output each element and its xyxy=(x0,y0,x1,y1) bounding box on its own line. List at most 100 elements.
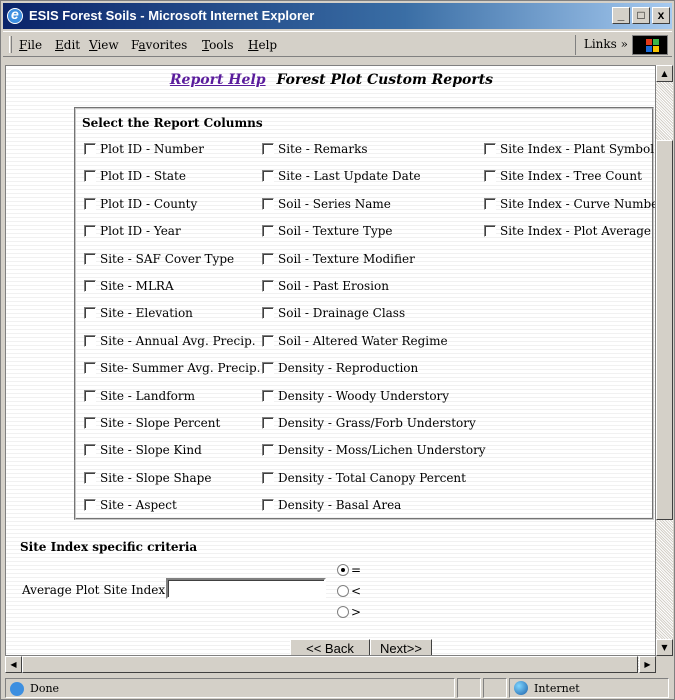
links-toolbar[interactable]: Links » xyxy=(574,35,628,55)
report-column-checkbox[interactable] xyxy=(84,280,96,292)
back-button[interactable]: << Back xyxy=(290,639,370,655)
report-column-checkbox[interactable] xyxy=(262,499,274,512)
report-column-option[interactable]: Soil - Texture Modifier xyxy=(262,252,415,268)
report-column-checkbox[interactable] xyxy=(84,334,96,347)
menu-edit[interactable]: Edit xyxy=(55,38,80,52)
report-column-checkbox[interactable] xyxy=(84,471,96,484)
report-column-checkbox[interactable] xyxy=(262,334,274,347)
report-column-label: Site - Landform xyxy=(100,388,195,403)
report-column-option[interactable]: Site Index - Curve Number xyxy=(484,197,655,213)
report-column-checkbox[interactable] xyxy=(484,225,496,238)
radio-greater-button[interactable] xyxy=(337,606,349,618)
report-column-option[interactable]: Density - Total Canopy Percent xyxy=(262,471,466,487)
report-column-option[interactable]: Plot ID - County xyxy=(84,197,197,213)
menu-tools[interactable]: Tools xyxy=(202,38,234,52)
report-column-checkbox[interactable] xyxy=(84,197,96,210)
page-content: Report Help Forest Plot Custom Reports S… xyxy=(5,65,656,656)
report-column-checkbox[interactable] xyxy=(484,170,496,183)
menu-help[interactable]: Help xyxy=(248,38,277,52)
report-column-option[interactable]: Site - Slope Kind xyxy=(84,443,202,459)
scroll-right-icon[interactable]: ▶ xyxy=(639,656,656,673)
report-column-checkbox[interactable] xyxy=(84,225,96,238)
horizontal-scroll-thumb[interactable] xyxy=(22,656,638,673)
report-column-option[interactable]: Site - Elevation xyxy=(84,306,193,322)
report-help-link[interactable]: Report Help xyxy=(170,72,266,88)
report-column-option[interactable]: Site - Slope Percent xyxy=(84,416,220,432)
report-column-checkbox[interactable] xyxy=(262,389,274,402)
report-column-checkbox[interactable] xyxy=(84,252,96,265)
status-text: Done xyxy=(30,682,60,695)
report-column-checkbox[interactable] xyxy=(262,252,274,265)
report-column-option[interactable]: Site - Aspect xyxy=(84,498,177,514)
scroll-left-icon[interactable]: ◀ xyxy=(5,656,22,673)
report-column-checkbox[interactable] xyxy=(84,307,96,320)
report-column-option[interactable]: Soil - Drainage Class xyxy=(262,306,405,322)
report-column-checkbox[interactable] xyxy=(262,307,274,320)
radio-greater[interactable]: > xyxy=(337,605,361,621)
report-column-checkbox[interactable] xyxy=(262,170,274,183)
menu-favorites[interactable]: Favorites xyxy=(131,38,187,52)
report-column-checkbox[interactable] xyxy=(84,362,96,375)
report-column-checkbox[interactable] xyxy=(84,499,96,512)
report-column-option[interactable]: Plot ID - Year xyxy=(84,224,181,240)
report-column-checkbox[interactable] xyxy=(484,197,496,210)
radio-equal[interactable]: = xyxy=(337,563,361,579)
report-column-label: Site Index - Plot Average xyxy=(500,224,652,239)
report-column-option[interactable]: Site Index - Tree Count xyxy=(484,169,642,185)
report-column-option[interactable]: Site - MLRA xyxy=(84,279,174,295)
menu-file[interactable]: File xyxy=(19,38,42,52)
report-column-option[interactable]: Site - SAF Cover Type xyxy=(84,252,234,268)
next-button[interactable]: Next>> xyxy=(370,639,432,655)
radio-less[interactable]: < xyxy=(337,584,361,600)
report-column-option[interactable]: Soil - Texture Type xyxy=(262,224,393,240)
report-column-checkbox[interactable] xyxy=(484,143,496,155)
report-column-checkbox[interactable] xyxy=(84,444,96,457)
menu-bar: File Edit View Favorites Tools Help Link… xyxy=(3,31,672,57)
horizontal-scrollbar[interactable]: ◀ ▶ xyxy=(5,656,656,673)
vertical-scroll-thumb[interactable] xyxy=(656,140,673,520)
report-column-option[interactable]: Site - Slope Shape xyxy=(84,471,211,487)
report-column-checkbox[interactable] xyxy=(84,143,96,155)
report-column-option[interactable]: Soil - Altered Water Regime xyxy=(262,334,448,350)
report-column-option[interactable]: Density - Reproduction xyxy=(262,361,418,377)
report-column-label: Site - Annual Avg. Precip. xyxy=(100,333,256,348)
report-column-checkbox[interactable] xyxy=(262,471,274,484)
avg-site-index-input[interactable] xyxy=(166,578,326,599)
report-column-option[interactable]: Plot ID - Number xyxy=(84,142,204,158)
report-column-checkbox[interactable] xyxy=(262,444,274,457)
report-column-option[interactable]: Site - Last Update Date xyxy=(262,169,421,185)
menu-view[interactable]: View xyxy=(89,38,119,52)
report-column-checkbox[interactable] xyxy=(262,225,274,238)
report-column-option[interactable]: Site- Summer Avg. Precip. xyxy=(84,361,260,377)
vertical-scrollbar[interactable]: ▲ ▼ xyxy=(656,65,673,656)
minimize-button[interactable]: _ xyxy=(612,7,630,24)
report-column-checkbox[interactable] xyxy=(262,197,274,210)
scroll-down-icon[interactable]: ▼ xyxy=(656,639,673,656)
radio-equal-button[interactable] xyxy=(337,564,349,576)
report-column-option[interactable]: Site - Remarks xyxy=(262,142,368,158)
report-column-checkbox[interactable] xyxy=(262,362,274,375)
report-column-option[interactable]: Soil - Series Name xyxy=(262,197,391,213)
report-column-checkbox[interactable] xyxy=(84,170,96,183)
report-column-checkbox[interactable] xyxy=(262,280,274,292)
report-column-option[interactable]: Density - Woody Understory xyxy=(262,389,449,405)
report-column-checkbox[interactable] xyxy=(84,417,96,429)
report-column-checkbox[interactable] xyxy=(84,389,96,402)
report-column-option[interactable]: Site - Annual Avg. Precip. xyxy=(84,334,256,350)
scroll-up-icon[interactable]: ▲ xyxy=(656,65,673,82)
maximize-button[interactable]: □ xyxy=(632,7,650,24)
report-column-checkbox[interactable] xyxy=(262,417,274,429)
report-column-option[interactable]: Soil - Past Erosion xyxy=(262,279,389,295)
radio-less-button[interactable] xyxy=(337,585,349,597)
report-column-label: Site - MLRA xyxy=(100,279,174,293)
report-column-option[interactable]: Density - Moss/Lichen Understory xyxy=(262,443,486,459)
close-button[interactable]: x xyxy=(652,7,670,24)
report-column-option[interactable]: Site - Landform xyxy=(84,389,195,405)
toolbar-grip xyxy=(9,36,12,53)
report-column-option[interactable]: Site Index - Plot Average xyxy=(484,224,651,240)
report-column-option[interactable]: Density - Basal Area xyxy=(262,498,401,514)
report-column-option[interactable]: Site Index - Plant Symbol xyxy=(484,142,654,158)
report-column-option[interactable]: Plot ID - State xyxy=(84,169,186,185)
report-column-checkbox[interactable] xyxy=(262,143,274,155)
report-column-option[interactable]: Density - Grass/Forb Understory xyxy=(262,416,476,432)
